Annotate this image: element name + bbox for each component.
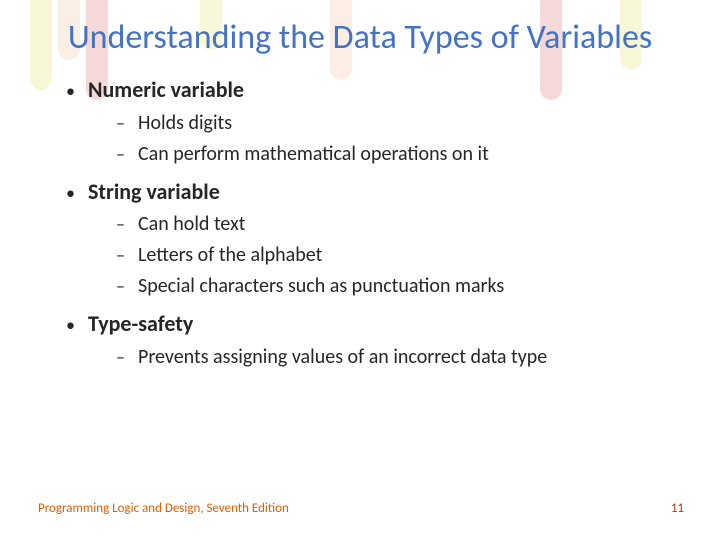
bullet-icon: •: [66, 313, 88, 337]
slide-content: • Numeric variable – Holds digits – Can …: [0, 57, 720, 372]
bullet-icon: •: [66, 181, 88, 205]
slide-title: Understanding the Data Types of Variable…: [0, 0, 720, 57]
list-item: • String variable: [66, 177, 680, 207]
sublist-item: – Can hold text: [116, 210, 680, 239]
footer-text: Programming Logic and Design, Seventh Ed…: [38, 501, 289, 516]
sublist-item-label: Special characters such as punctuation m…: [138, 272, 504, 301]
page-number: 11: [671, 501, 684, 516]
sublist-item: – Can perform mathematical operations on…: [116, 140, 680, 169]
sublist-item: – Special characters such as punctuation…: [116, 272, 680, 301]
sublist-item: – Prevents assigning values of an incorr…: [116, 343, 680, 372]
sublist-item-label: Can hold text: [138, 210, 246, 239]
list-item: • Type-safety: [66, 309, 680, 339]
sublist-item: – Holds digits: [116, 109, 680, 138]
dash-icon: –: [116, 242, 138, 268]
sublist-item-label: Prevents assigning values of an incorrec…: [138, 343, 547, 372]
dash-icon: –: [116, 273, 138, 299]
dash-icon: –: [116, 141, 138, 167]
sublist-item-label: Holds digits: [138, 109, 232, 138]
list-item-label: Type-safety: [88, 309, 193, 339]
sublist-item: – Letters of the alphabet: [116, 241, 680, 270]
sublist-item-label: Can perform mathematical operations on i…: [138, 140, 489, 169]
sublist-item-label: Letters of the alphabet: [138, 241, 322, 270]
dash-icon: –: [116, 344, 138, 370]
bullet-icon: •: [66, 79, 88, 103]
dash-icon: –: [116, 211, 138, 237]
list-item: • Numeric variable: [66, 75, 680, 105]
list-item-label: String variable: [88, 177, 220, 207]
dash-icon: –: [116, 110, 138, 136]
list-item-label: Numeric variable: [88, 75, 244, 105]
